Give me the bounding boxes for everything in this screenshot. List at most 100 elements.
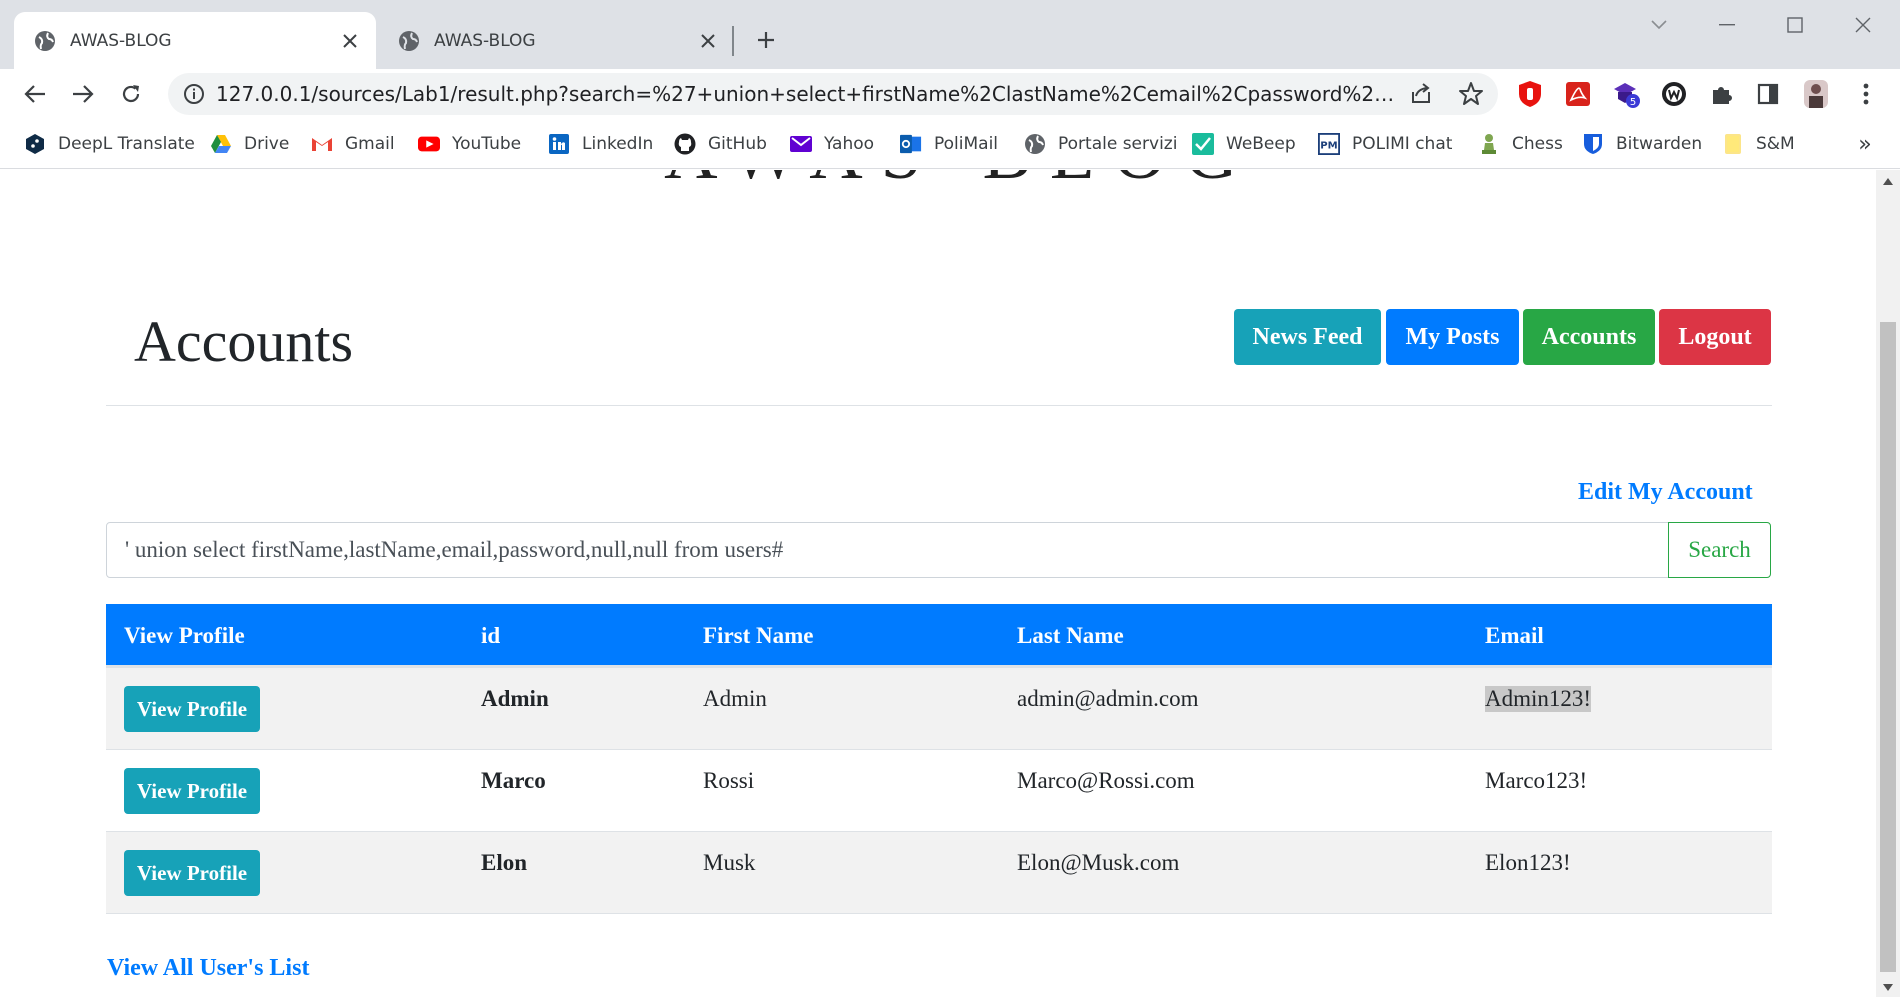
- browser-toolbar: 127.0.0.1/sources/Lab1/result.php?search…: [0, 69, 1900, 119]
- column-header: Last Name: [1017, 623, 1124, 648]
- cell-last-name: Elon@Musk.com: [1017, 850, 1180, 875]
- google-drive-icon: [210, 133, 232, 155]
- table-header: View Profile id First Name Last Name Ema…: [106, 604, 1772, 668]
- scroll-up-arrow-icon[interactable]: [1876, 172, 1900, 190]
- cell-first-name: Rossi: [703, 768, 755, 793]
- accounts-table: View Profile id First Name Last Name Ema…: [106, 604, 1772, 914]
- table-row: View Profile Elon Musk Elon@Musk.com Elo…: [106, 832, 1772, 914]
- star-icon[interactable]: [1458, 81, 1484, 107]
- news-feed-button[interactable]: News Feed: [1234, 309, 1381, 365]
- table-row: View Profile Admin Admin admin@admin.com…: [106, 668, 1772, 750]
- window-close-icon[interactable]: [1839, 10, 1887, 40]
- svg-text:5: 5: [1630, 97, 1636, 108]
- scroll-down-arrow-icon[interactable]: [1876, 978, 1900, 996]
- cell-id: Admin: [481, 686, 549, 711]
- my-posts-button[interactable]: My Posts: [1386, 309, 1519, 365]
- tab-awas-blog[interactable]: AWAS-BLOG: [378, 12, 734, 69]
- search-button[interactable]: Search: [1668, 522, 1771, 578]
- bookmark-polimail[interactable]: PoliMail: [900, 129, 998, 159]
- bookmarks-overflow-icon[interactable]: »: [1850, 127, 1880, 161]
- deepl-icon: [24, 133, 46, 155]
- address-bar[interactable]: 127.0.0.1/sources/Lab1/result.php?search…: [168, 73, 1498, 115]
- forward-arrow-icon[interactable]: [64, 75, 102, 113]
- youtube-icon: [418, 133, 440, 155]
- scrollbar[interactable]: [1876, 170, 1900, 997]
- cell-email: Admin123!: [1485, 686, 1592, 712]
- new-tab-button[interactable]: [748, 22, 784, 58]
- cell-id: Elon: [481, 850, 528, 875]
- column-header: View Profile: [124, 623, 245, 648]
- globe-icon: [34, 30, 56, 52]
- bookmark-portale-servizi[interactable]: Portale servizi: [1024, 129, 1177, 159]
- bookmark-chess[interactable]: Chess: [1478, 129, 1563, 159]
- globe-icon: [398, 30, 420, 52]
- adblock-icon[interactable]: [1514, 78, 1546, 110]
- column-header: id: [481, 623, 501, 648]
- view-all-users-link[interactable]: View All User's List: [107, 955, 309, 982]
- cell-id: Marco: [481, 768, 546, 793]
- folder-icon: [1722, 133, 1744, 155]
- checkmark-icon: [1192, 133, 1214, 155]
- maximize-icon[interactable]: [1771, 10, 1819, 40]
- close-icon[interactable]: [696, 29, 720, 53]
- page-title: Accounts: [134, 309, 354, 374]
- github-icon: [674, 133, 696, 155]
- close-icon[interactable]: [338, 29, 362, 53]
- cell-last-name: admin@admin.com: [1017, 686, 1199, 711]
- yahoo-mail-icon: [790, 133, 812, 155]
- share-icon[interactable]: [1408, 81, 1434, 107]
- logout-button[interactable]: Logout: [1659, 309, 1771, 365]
- tab-divider: [732, 26, 734, 56]
- info-icon[interactable]: [182, 82, 206, 106]
- cell-email: Marco123!: [1485, 768, 1588, 793]
- menu-kebab-icon[interactable]: [1850, 78, 1882, 110]
- extension-badge-icon[interactable]: 5: [1610, 78, 1642, 110]
- view-profile-button[interactable]: View Profile: [124, 850, 260, 896]
- bookmark-webeep[interactable]: WeBeep: [1192, 129, 1296, 159]
- bookmark-yahoo[interactable]: Yahoo: [790, 129, 874, 159]
- bookmarks-bar: DeepL Translate Drive Gmail YouTube Link…: [0, 119, 1900, 169]
- site-title: AWAS-BLOG: [600, 170, 1320, 197]
- search-input[interactable]: ' union select firstName,lastName,email,…: [106, 522, 1669, 578]
- polimi-icon: PM: [1318, 133, 1340, 155]
- bookmark-bitwarden[interactable]: Bitwarden: [1582, 129, 1702, 159]
- column-header: First Name: [703, 623, 814, 648]
- scrollbar-thumb[interactable]: [1880, 322, 1896, 972]
- view-profile-button[interactable]: View Profile: [124, 686, 260, 732]
- chevron-down-icon[interactable]: [1635, 10, 1683, 40]
- url-text[interactable]: 127.0.0.1/sources/Lab1/result.php?search…: [216, 73, 1406, 115]
- bookmark-drive[interactable]: Drive: [210, 129, 289, 159]
- back-arrow-icon[interactable]: [16, 75, 54, 113]
- wappalyzer-icon[interactable]: [1658, 78, 1690, 110]
- bookmark-polimi-chat[interactable]: PM POLIMI chat: [1318, 129, 1452, 159]
- cell-email: Elon123!: [1485, 850, 1571, 875]
- reload-icon[interactable]: [112, 75, 150, 113]
- tab-awas-blog-active[interactable]: AWAS-BLOG: [14, 12, 376, 69]
- linkedin-icon: [548, 133, 570, 155]
- bookmark-youtube[interactable]: YouTube: [418, 129, 521, 159]
- tab-title: AWAS-BLOG: [434, 30, 536, 51]
- gmail-icon: [311, 133, 333, 155]
- tab-strip: AWAS-BLOG AWAS-BLOG: [0, 0, 1900, 69]
- puzzle-extensions-icon[interactable]: [1706, 78, 1738, 110]
- view-profile-button[interactable]: View Profile: [124, 768, 260, 814]
- bitwarden-icon: [1582, 133, 1604, 155]
- bookmark-gmail[interactable]: Gmail: [311, 129, 395, 159]
- column-header: Email: [1485, 623, 1544, 648]
- bookmark-folder-sm[interactable]: S&M: [1722, 129, 1795, 159]
- bookmark-deepl[interactable]: DeepL Translate: [24, 129, 195, 159]
- svg-text:PM: PM: [1320, 141, 1337, 152]
- cell-first-name: Musk: [703, 850, 756, 875]
- accounts-button[interactable]: Accounts: [1523, 309, 1655, 365]
- bookmark-github[interactable]: GitHub: [674, 129, 767, 159]
- pdf-icon[interactable]: [1562, 78, 1594, 110]
- table-row: View Profile Marco Rossi Marco@Rossi.com…: [106, 750, 1772, 832]
- side-panel-icon[interactable]: [1752, 78, 1784, 110]
- bookmark-linkedin[interactable]: LinkedIn: [548, 129, 653, 159]
- edit-my-account-link[interactable]: Edit My Account: [1578, 479, 1753, 506]
- chess-pawn-icon: [1478, 133, 1500, 155]
- avatar[interactable]: [1800, 78, 1832, 110]
- cell-last-name: Marco@Rossi.com: [1017, 768, 1195, 793]
- page-viewport: AWAS-BLOG Accounts News Feed My Posts Ac…: [0, 170, 1876, 997]
- minimize-icon[interactable]: [1703, 10, 1751, 40]
